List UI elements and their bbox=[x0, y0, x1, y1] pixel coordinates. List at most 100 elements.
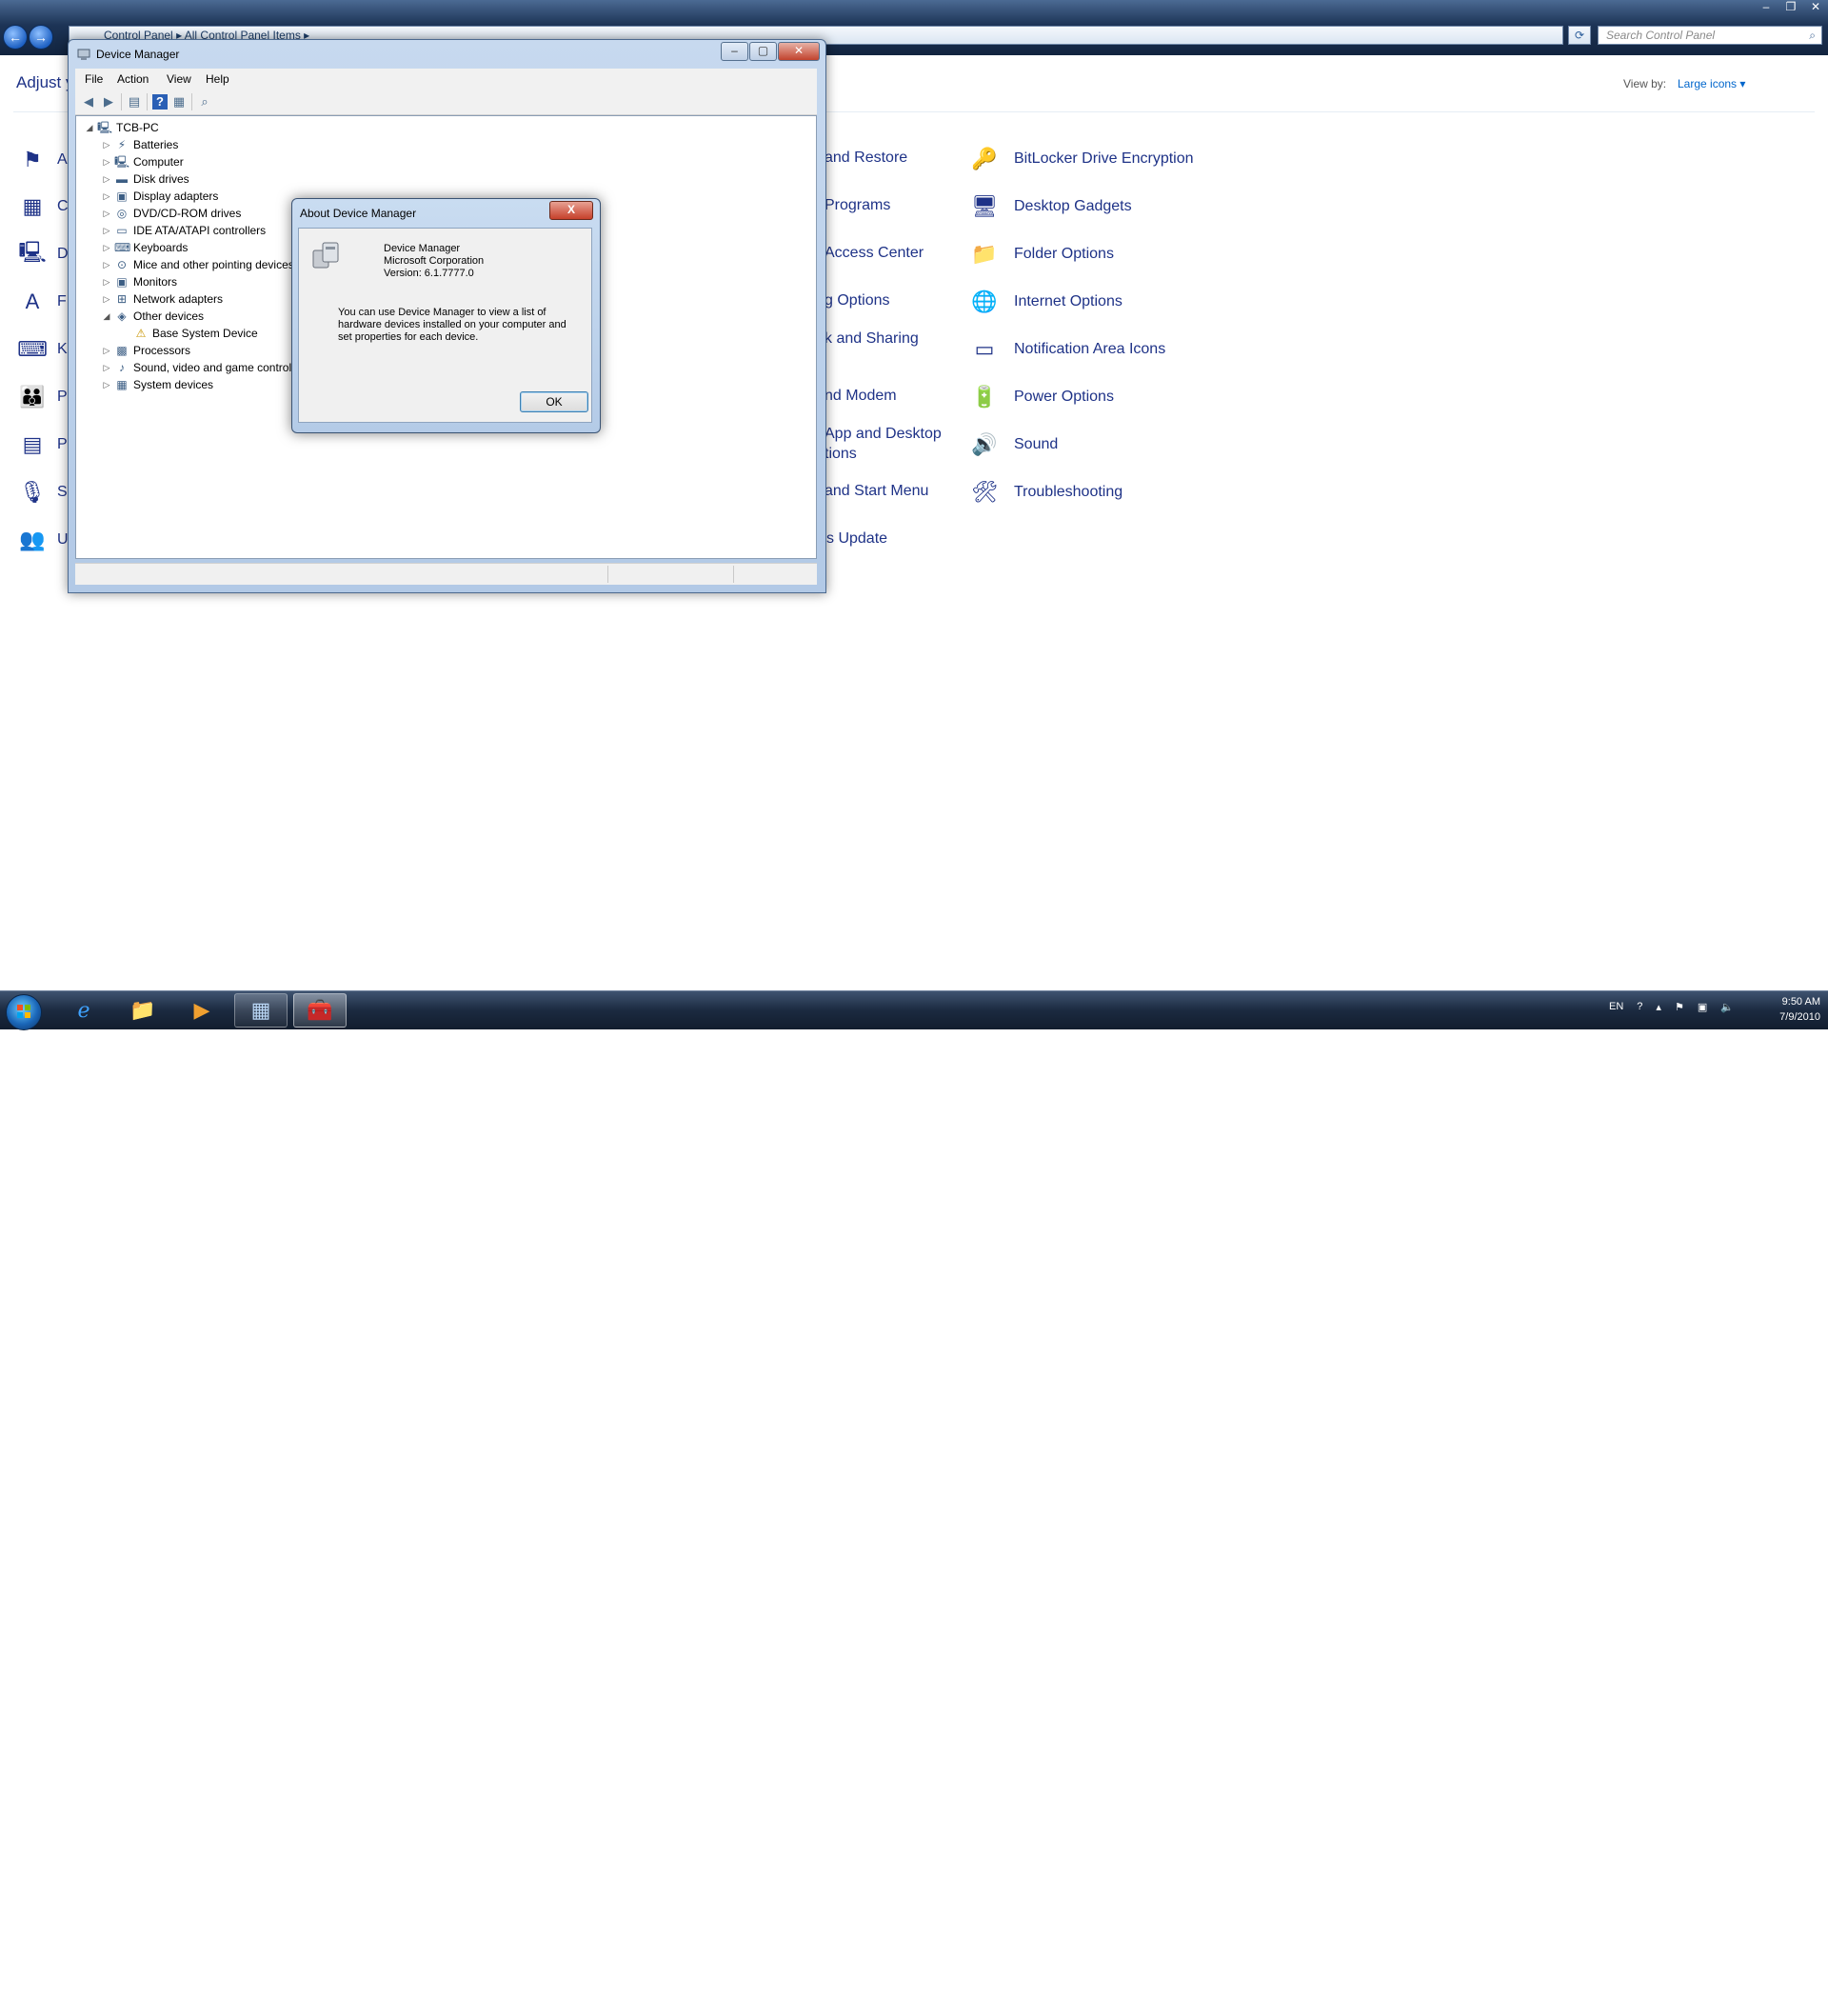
menu-file[interactable]: File bbox=[85, 72, 103, 86]
cp-item-left-4[interactable]: ⌨ K bbox=[17, 334, 68, 365]
power-options-icon: 🔋 bbox=[971, 385, 998, 409]
cp-item-left-2[interactable]: 🖳 D bbox=[17, 239, 68, 269]
cp-item-middle-4[interactable]: k and Sharing bbox=[825, 330, 919, 348]
expand-icon[interactable]: ▷ bbox=[101, 380, 112, 390]
expand-icon[interactable]: ▷ bbox=[101, 157, 112, 168]
cp-item-middle-6[interactable]: App and Desktop bbox=[825, 426, 942, 443]
back-arrow-icon[interactable]: ◀ bbox=[81, 94, 96, 110]
cp-item-middle-1[interactable]: Programs bbox=[825, 197, 890, 214]
tree-item[interactable]: ▷ ▩ Processors bbox=[101, 342, 309, 359]
restore-button[interactable]: ❐ bbox=[1778, 0, 1803, 15]
tree-item[interactable]: ◢ ◈ Other devices bbox=[101, 308, 309, 325]
expand-icon[interactable]: ▷ bbox=[101, 260, 112, 270]
tree-item[interactable]: ▷ ⌨ Keyboards bbox=[101, 239, 309, 256]
folder-options-icon: 📁 bbox=[971, 242, 998, 266]
expand-icon[interactable]: ▷ bbox=[101, 243, 112, 253]
help-icon[interactable]: ? bbox=[152, 94, 168, 110]
expand-icon[interactable]: ▷ bbox=[101, 174, 112, 185]
expand-icon[interactable]: ▷ bbox=[101, 191, 112, 202]
cp-item-middle-3[interactable]: g Options bbox=[825, 292, 889, 309]
properties-icon[interactable]: ▦ bbox=[171, 94, 187, 110]
device-manager-taskbar-button[interactable]: 🧰 bbox=[293, 993, 347, 1028]
about-dialog[interactable]: About Device Manager X Device Manager Mi… bbox=[291, 198, 601, 433]
volume-icon[interactable]: 🔈 bbox=[1720, 1001, 1734, 1013]
forward-button[interactable]: → bbox=[29, 25, 53, 50]
close-button[interactable]: ✕ bbox=[778, 42, 820, 61]
expand-icon[interactable]: ▷ bbox=[101, 140, 112, 150]
tree-item[interactable]: ▷ ▦ System devices bbox=[101, 376, 309, 393]
network-icon[interactable]: ▣ bbox=[1698, 1001, 1707, 1013]
cp-item-left-1[interactable]: ▦ C bbox=[17, 191, 69, 222]
cp-item-left-3[interactable]: AF bbox=[17, 287, 67, 317]
collapse-icon[interactable]: ◢ bbox=[101, 311, 112, 322]
cp-item-left-7[interactable]: 🎙 S bbox=[17, 477, 68, 508]
minimize-button[interactable]: – bbox=[721, 42, 748, 61]
show-hidden-icons-icon[interactable]: ▴ bbox=[1656, 1001, 1661, 1013]
explorer-taskbar-button[interactable]: 📁 bbox=[116, 993, 169, 1028]
tree-item[interactable]: ▷ ⚡ Batteries bbox=[101, 136, 309, 153]
cp-item-left-5[interactable]: 👪 P bbox=[17, 382, 67, 412]
cp-item-desktop-gadgets[interactable]: 🖥 Desktop Gadgets bbox=[968, 190, 1132, 223]
media-player-taskbar-button[interactable]: ▶ bbox=[175, 993, 228, 1028]
expand-icon[interactable]: ▷ bbox=[101, 294, 112, 305]
tree-item[interactable]: ▷ ▬ Disk drives bbox=[101, 170, 309, 188]
cp-item-middle-5[interactable]: nd Modem bbox=[825, 388, 897, 405]
tree-item[interactable]: ▷ ◎ DVD/CD-ROM drives bbox=[101, 205, 309, 222]
tree-item[interactable]: ▷ ♪ Sound, video and game controllers bbox=[101, 359, 310, 376]
menu-view[interactable]: View bbox=[167, 72, 191, 86]
language-indicator[interactable]: EN bbox=[1609, 1001, 1623, 1013]
tree-item[interactable]: ▷ ▣ Display adapters bbox=[101, 188, 309, 205]
search-icon[interactable]: ⌕ bbox=[1809, 27, 1816, 44]
action-center-flag-icon[interactable]: ⚑ bbox=[1675, 1001, 1684, 1013]
close-button[interactable]: ✕ bbox=[1803, 0, 1828, 15]
start-button[interactable] bbox=[6, 994, 42, 1030]
clock-date[interactable]: 7/9/2010 bbox=[1763, 1011, 1820, 1023]
tree-root[interactable]: ◢ 🖳 TCB-PC bbox=[84, 119, 309, 136]
clock-time[interactable]: 9:50 AM bbox=[1775, 996, 1820, 1008]
internet-explorer-taskbar-button[interactable]: ℯ bbox=[57, 993, 110, 1028]
cp-item-middle-8[interactable]: and Start Menu bbox=[825, 483, 928, 500]
view-by-dropdown[interactable]: Large icons ▾ bbox=[1678, 77, 1745, 90]
scan-hardware-icon[interactable]: ⌕ bbox=[197, 94, 212, 110]
tree-item[interactable]: ▷ ⊙ Mice and other pointing devices bbox=[101, 256, 309, 273]
cp-item-middle-0[interactable]: and Restore bbox=[825, 150, 907, 167]
expand-icon[interactable]: ▷ bbox=[101, 209, 112, 219]
expand-icon[interactable]: ▷ bbox=[101, 363, 112, 373]
cp-item-left-6[interactable]: ▤ P bbox=[17, 429, 68, 460]
ok-button[interactable]: OK bbox=[520, 391, 588, 412]
cp-item-folder-options[interactable]: 📁 Folder Options bbox=[968, 238, 1114, 270]
cp-item-internet-options[interactable]: 🌐 Internet Options bbox=[968, 286, 1123, 318]
cp-item-bitlocker[interactable]: 🔑 BitLocker Drive Encryption bbox=[968, 143, 1193, 175]
cp-item-notification-area-icons[interactable]: ▭ Notification Area Icons bbox=[968, 333, 1166, 366]
tree-item[interactable]: ▷ 🖳 Computer bbox=[101, 153, 309, 170]
show-hide-console-tree-icon[interactable]: ▤ bbox=[127, 94, 142, 110]
dialog-close-button[interactable]: X bbox=[549, 201, 593, 220]
expand-icon[interactable]: ▷ bbox=[101, 277, 112, 288]
help-icon[interactable]: ? bbox=[1637, 1001, 1642, 1013]
tree-child-item[interactable]: ⚠ Base System Device bbox=[120, 325, 309, 342]
tree-item[interactable]: ▷ ▭ IDE ATA/ATAPI controllers bbox=[101, 222, 309, 239]
tree-item[interactable]: ▷ ▣ Monitors bbox=[101, 273, 309, 290]
collapse-icon[interactable]: ◢ bbox=[84, 123, 95, 133]
forward-arrow-icon[interactable]: ▶ bbox=[101, 94, 116, 110]
maximize-button[interactable]: ▢ bbox=[749, 42, 777, 61]
cp-item-middle-9[interactable]: vs Update bbox=[819, 530, 887, 548]
refresh-button[interactable]: ⟳ bbox=[1568, 26, 1591, 45]
cp-item-left-8[interactable]: 👥 U bbox=[17, 525, 68, 555]
expand-icon[interactable]: ▷ bbox=[101, 346, 112, 356]
back-button[interactable]: ← bbox=[3, 25, 28, 50]
search-input[interactable]: Search Control Panel ⌕ bbox=[1598, 26, 1822, 45]
cp-item-sound[interactable]: 🔊 Sound bbox=[968, 429, 1058, 461]
expand-icon[interactable]: ▷ bbox=[101, 226, 112, 236]
minimize-button[interactable]: – bbox=[1754, 0, 1778, 15]
cp-item-power-options[interactable]: 🔋 Power Options bbox=[968, 381, 1114, 413]
cp-item-troubleshooting[interactable]: 🛠 Troubleshooting bbox=[968, 476, 1123, 509]
control-panel-taskbar-button[interactable]: ▦ bbox=[234, 993, 288, 1028]
device-category-icon: ▦ bbox=[116, 378, 128, 391]
menu-action[interactable]: Action bbox=[117, 72, 149, 86]
cp-item-middle-7[interactable]: tions bbox=[825, 446, 857, 463]
cp-item-middle-2[interactable]: Access Center bbox=[825, 245, 924, 262]
tree-item[interactable]: ▷ ⊞ Network adapters bbox=[101, 290, 309, 308]
menu-help[interactable]: Help bbox=[206, 72, 229, 86]
cp-item-left-0[interactable]: ⚑ A bbox=[17, 145, 68, 175]
